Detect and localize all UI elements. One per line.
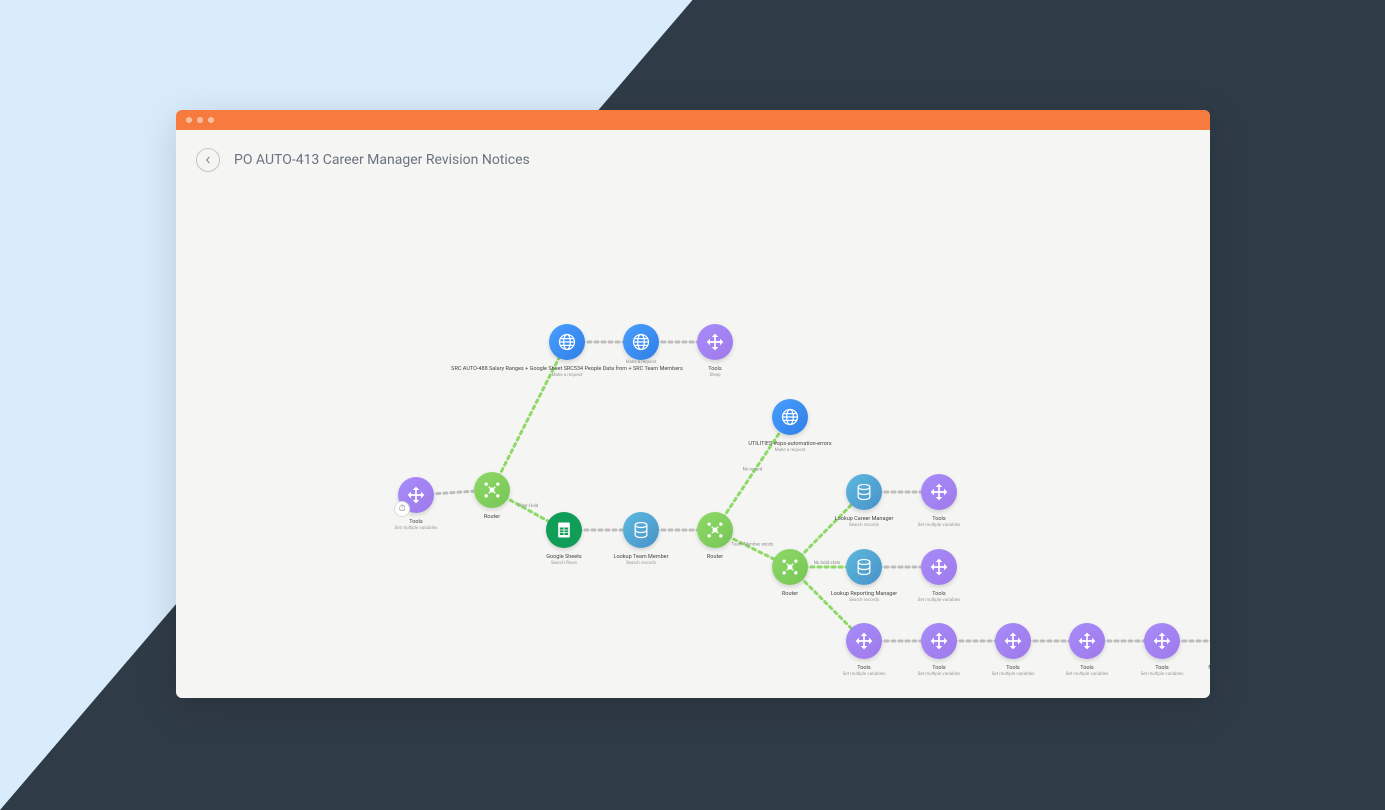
tools-purple-icon: ⏱ [398,477,434,513]
tools-purple-icon [995,623,1031,659]
workflow-node-tools7[interactable]: ToolsSet multiple variables [973,623,1053,678]
workflow-node-src_auto[interactable]: SRC AUTO-488 Salary Ranges + Google Shee… [527,324,607,379]
workflow-node-http2[interactable]: Make a request [601,324,681,365]
app-window: PO AUTO-413 Career Manager Revision Noti… [176,110,1210,698]
node-sublabel: Set multiple variables [1141,672,1184,677]
db-teal-icon [846,549,882,585]
node-label: Router [484,514,500,521]
node-sublabel: Search records [849,523,879,528]
http-blue-icon [623,324,659,360]
workflow-node-tools4[interactable]: ToolsSet multiple variables [899,549,979,604]
workflow-node-tools5[interactable]: ToolsSet multiple variables [824,623,904,678]
tools-purple-icon [921,623,957,659]
http-blue-icon [772,399,808,435]
workflow-node-router3[interactable]: Router [750,549,830,598]
node-label: Router [782,591,798,598]
node-sublabel: Search Rows [551,561,577,566]
window-control-dot[interactable] [208,117,214,123]
arrow-left-icon [202,154,214,166]
window-control-dot[interactable] [186,117,192,123]
node-label: Router [707,554,723,561]
window-titlebar [176,110,1210,130]
workflow-node-tools8[interactable]: ToolsSet multiple variables [1047,623,1127,678]
router-green-icon [772,549,808,585]
workflow-node-slack[interactable]: Notify Career ManagerCreate a Message [1196,623,1210,678]
tools-purple-icon [697,324,733,360]
db-teal-icon [846,474,882,510]
node-sublabel: Set multiple variables [1066,672,1109,677]
node-sublabel: Make a request [775,448,806,453]
node-sublabel: Set multiple variables [395,526,438,531]
workflow-canvas[interactable]: Filter:HoldNo recordTeam Member existsNo… [176,170,1210,698]
link-layer: Filter:HoldNo recordTeam Member existsNo… [176,170,1210,698]
tools-purple-icon [921,474,957,510]
page-title: PO AUTO-413 Career Manager Revision Noti… [234,152,530,168]
router-green-icon [474,472,510,508]
http-blue-icon [549,324,585,360]
workflow-node-router2[interactable]: Router [675,512,755,561]
node-sublabel: Set multiple variables [918,598,961,603]
node-sublabel: Set multiple variables [918,523,961,528]
node-sublabel: Sleep [709,373,720,378]
workflow-node-lookup_tm[interactable]: Lookup Team MemberSearch records [601,512,681,567]
workflow-node-tools6[interactable]: ToolsSet multiple variables [899,623,979,678]
workflow-node-tools9[interactable]: ToolsSet multiple variables [1122,623,1202,678]
router-green-icon [697,512,733,548]
workflow-node-router1[interactable]: Router [452,472,532,521]
window-control-dot[interactable] [197,117,203,123]
node-sublabel: Make a request [552,373,583,378]
tools-purple-icon [921,549,957,585]
clock-badge-icon: ⏱ [394,501,410,517]
tools-purple-icon [846,623,882,659]
db-teal-icon [623,512,659,548]
workflow-node-tools3[interactable]: ToolsSet multiple variables [899,474,979,529]
svg-text:No record: No record [743,467,763,473]
workflow-node-lookup_cm[interactable]: Lookup Career ManagerSearch records [824,474,904,529]
tools-purple-icon [1069,623,1105,659]
back-button[interactable] [196,148,220,172]
workflow-node-tools1[interactable]: ⏱ToolsSet multiple variables [376,477,456,532]
workflow-node-tools2[interactable]: ToolsSleep [675,324,755,379]
node-label: Notify Career Manager [1208,665,1210,672]
workflow-node-lookup_rm[interactable]: Lookup Reporting ManagerSearch records [824,549,904,604]
node-sublabel: Set multiple variables [992,672,1035,677]
workflow-node-sheets[interactable]: Google SheetsSearch Rows [524,512,604,567]
workflow-node-utilities1[interactable]: UTILITIES #ops-automation-errorsMake a r… [750,399,830,454]
node-sublabel: Make a request [626,360,657,365]
node-sublabel: Search records [849,598,879,603]
node-sublabel: Search records [626,561,656,566]
sheets-icon [546,512,582,548]
tools-purple-icon [1144,623,1180,659]
node-sublabel: Set multiple variables [918,672,961,677]
node-sublabel: Set multiple variables [843,672,886,677]
